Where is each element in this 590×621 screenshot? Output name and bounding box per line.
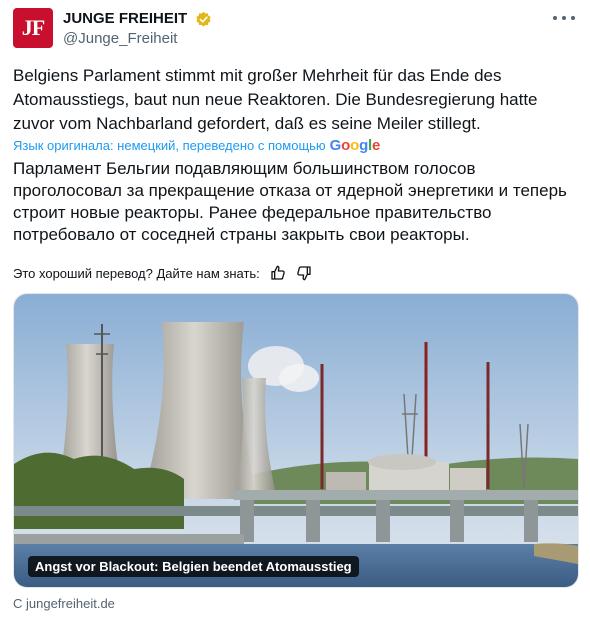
thumbs-up-icon[interactable] — [270, 265, 286, 281]
author-names: JUNGE FREIHEIT @Junge_Freiheit — [63, 10, 212, 49]
tweet-header: JF JUNGE FREIHEIT @Junge_Freiheit — [13, 8, 577, 52]
avatar[interactable]: JF — [13, 8, 53, 48]
google-logo: Google — [329, 136, 381, 154]
card-caption: Angst vor Blackout: Belgien beendet Atom… — [28, 556, 359, 577]
display-name[interactable]: JUNGE FREIHEIT — [63, 10, 187, 28]
thumbs-down-icon[interactable] — [296, 265, 312, 281]
link-card[interactable]: Angst vor Blackout: Belgien beendet Atom… — [13, 293, 579, 588]
translation-note-text: Язык оригинала: немецкий, переведено с п… — [13, 137, 326, 153]
handle[interactable]: @Junge_Freiheit — [63, 29, 212, 49]
tweet-text: Belgiens Parlament stimmt mit großer Meh… — [13, 66, 538, 133]
verified-badge-icon — [196, 11, 211, 27]
power-plant-image — [14, 294, 578, 587]
translation-note[interactable]: Язык оригинала: немецкий, переведено с п… — [13, 136, 380, 154]
translation-feedback: Это хороший перевод? Дайте нам знать: — [13, 263, 312, 283]
more-icon[interactable] — [553, 10, 575, 26]
feedback-prompt: Это хороший перевод? Дайте нам знать: — [13, 265, 260, 281]
translated-text: Парламент Бельгии подавляющим большинств… — [13, 159, 567, 244]
card-source[interactable]: С jungefreiheit.de — [13, 596, 115, 611]
